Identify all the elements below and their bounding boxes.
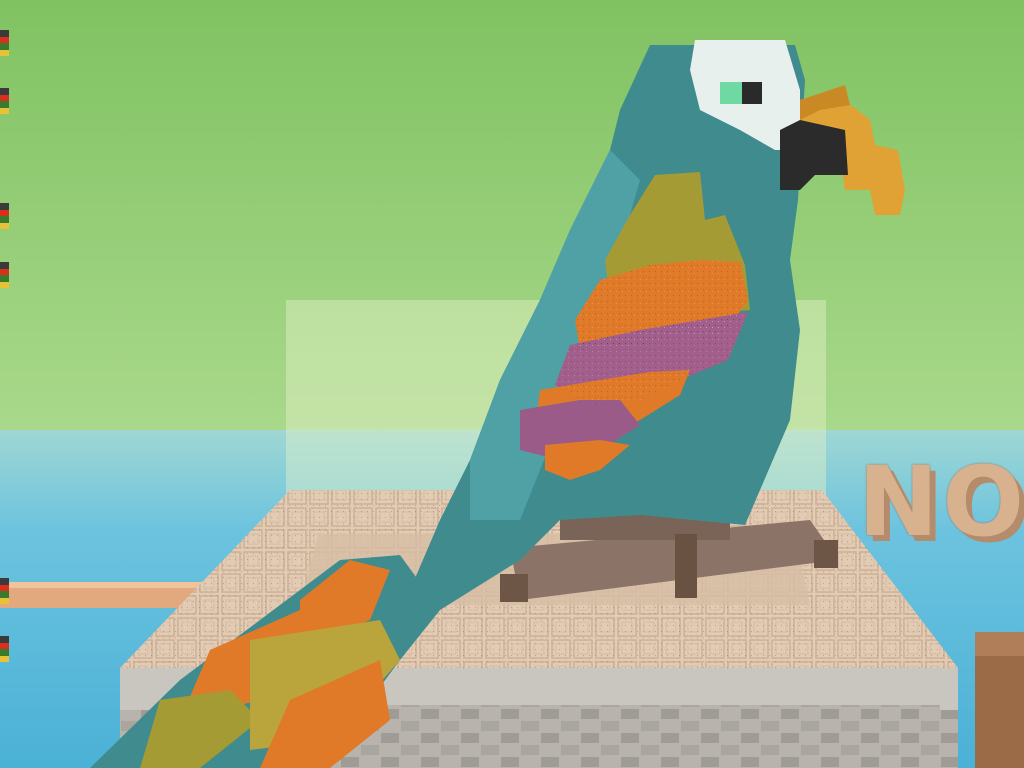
game-viewport[interactable] bbox=[0, 0, 1024, 768]
hotbar-marker-icon bbox=[0, 578, 9, 604]
hotbar-marker-icon bbox=[0, 88, 9, 114]
hotbar-marker-icon bbox=[0, 30, 9, 56]
hotbar-marker-icon bbox=[0, 262, 9, 288]
hotbar-marker-icon bbox=[0, 636, 9, 662]
hotbar-marker-icon bbox=[0, 203, 9, 229]
sign-text: NO bbox=[858, 446, 1024, 558]
